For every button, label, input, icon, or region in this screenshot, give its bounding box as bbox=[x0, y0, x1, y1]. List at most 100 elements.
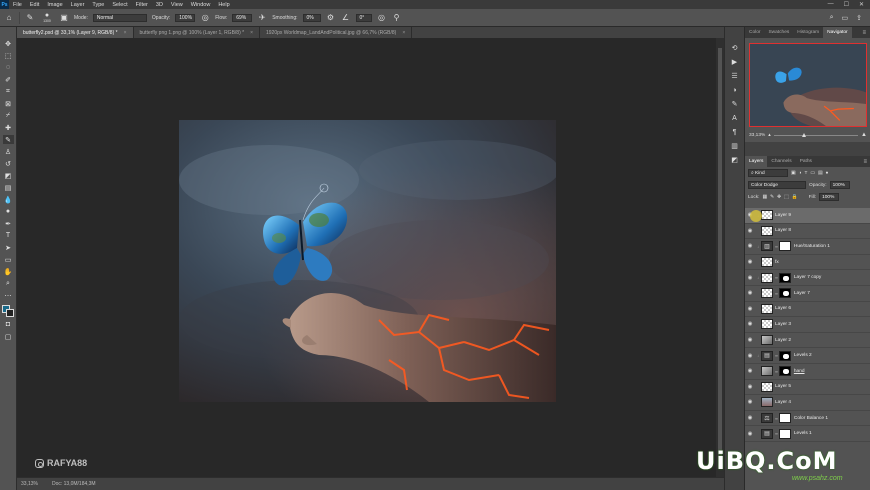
maximize-button[interactable]: ☐ bbox=[844, 1, 849, 8]
brush-tool-icon[interactable]: ✎ bbox=[25, 13, 35, 23]
menu-edit[interactable]: Edit bbox=[26, 2, 43, 8]
airbrush-icon[interactable]: ✈ bbox=[257, 13, 267, 23]
navigator-view-box[interactable] bbox=[749, 43, 867, 127]
lock-artboard-icon[interactable]: ⬚ bbox=[784, 195, 789, 200]
document-size[interactable]: Doc: 13,0M/184,3M bbox=[52, 481, 96, 487]
layer-row[interactable]: ◉ ↓ ▥ ∞ Hue/Saturation 1 bbox=[745, 239, 870, 255]
tab-paths[interactable]: Paths bbox=[796, 156, 816, 167]
menu-3d[interactable]: 3D bbox=[152, 2, 167, 8]
pen-tool-icon[interactable]: ✒ bbox=[3, 219, 14, 228]
quick-select-tool-icon[interactable]: ✐ bbox=[3, 75, 14, 84]
move-tool-icon[interactable]: ✥ bbox=[3, 39, 14, 48]
pressure-opacity-icon[interactable]: ◎ bbox=[200, 13, 210, 23]
lock-position-icon[interactable]: ✥ bbox=[777, 195, 781, 200]
tab-color[interactable]: Color bbox=[745, 27, 764, 38]
quick-mask-icon[interactable]: ◘ bbox=[3, 320, 14, 329]
tab-close-icon[interactable]: × bbox=[124, 30, 127, 36]
eye-icon[interactable]: ◉ bbox=[745, 228, 755, 234]
canvas-vertical-scrollbar[interactable] bbox=[716, 38, 724, 477]
shape-tool-icon[interactable]: ▭ bbox=[3, 255, 14, 264]
clone-stamp-tool-icon[interactable]: ♙ bbox=[3, 147, 14, 156]
gradient-tool-icon[interactable]: ▤ bbox=[3, 183, 14, 192]
angle-input[interactable]: 0° bbox=[355, 13, 372, 22]
symmetry-icon[interactable]: ⚲ bbox=[392, 13, 402, 23]
layer-name[interactable]: hand bbox=[794, 369, 805, 374]
brushes-panel-icon[interactable]: ✎ bbox=[729, 99, 740, 109]
share-icon[interactable]: ⇪ bbox=[856, 14, 862, 22]
layer-name[interactable]: Layer 5 bbox=[775, 384, 791, 389]
layer-name[interactable]: Layer 2 bbox=[775, 338, 791, 343]
layer-kind-filter[interactable]: ⌕ Kind bbox=[748, 169, 788, 177]
angle-icon[interactable]: ∠ bbox=[341, 13, 351, 23]
layer-row[interactable]: ◉ Layer 5 bbox=[745, 380, 870, 396]
eye-icon[interactable]: ◉ bbox=[745, 399, 755, 405]
lock-all-icon[interactable]: 🔒 bbox=[792, 195, 798, 200]
healing-brush-tool-icon[interactable]: ✚ bbox=[3, 123, 14, 132]
zoom-slider-knob[interactable] bbox=[802, 132, 807, 137]
brush-settings-icon[interactable]: ▣ bbox=[59, 13, 69, 23]
frame-tool-icon[interactable]: ⊠ bbox=[3, 99, 14, 108]
tab-channels[interactable]: Channels bbox=[767, 156, 795, 167]
pressure-size-icon[interactable]: ◎ bbox=[377, 13, 387, 23]
blend-mode-dropdown[interactable]: Color Dodge bbox=[748, 181, 806, 189]
workspace-icon[interactable]: ▭ bbox=[842, 14, 849, 22]
eye-icon[interactable]: ◉ bbox=[745, 290, 755, 296]
lock-pixels-icon[interactable]: ✎ bbox=[770, 195, 774, 200]
menu-view[interactable]: View bbox=[167, 2, 187, 8]
zoom-in-icon[interactable]: ▲ bbox=[861, 132, 867, 138]
navigator-zoom-slider[interactable] bbox=[773, 132, 859, 137]
layer-row[interactable]: ◉ Layer 6 bbox=[745, 302, 870, 318]
properties-panel-icon[interactable]: ☰ bbox=[729, 71, 740, 81]
tab-butterfly-png[interactable]: butterfly png 1.png @ 100% (Layer 1, RGB… bbox=[134, 27, 260, 38]
layer-name[interactable]: Layer 7 bbox=[794, 291, 810, 296]
layer-name[interactable]: Layer 9 bbox=[775, 213, 791, 218]
layer-mask-thumbnail[interactable] bbox=[778, 272, 791, 283]
background-color-swatch[interactable] bbox=[6, 309, 14, 317]
canvas-area[interactable]: RAFYA88 bbox=[17, 38, 724, 477]
eye-icon[interactable]: ◉ bbox=[745, 384, 755, 390]
menu-file[interactable]: File bbox=[9, 2, 26, 8]
crop-tool-icon[interactable]: ⌗ bbox=[3, 87, 14, 96]
eye-icon[interactable]: ◉ bbox=[745, 368, 755, 374]
eraser-tool-icon[interactable]: ◩ bbox=[3, 171, 14, 180]
layer-row[interactable]: ◉ ↓ ▤ ∞ Levels 2 bbox=[745, 348, 870, 364]
layer-name[interactable]: Levels 1 bbox=[794, 431, 812, 436]
eye-icon[interactable]: ◉ bbox=[745, 243, 755, 249]
tab-worldmap-jpg[interactable]: 1920px Worldmap_LandAndPolitical.jpg @ 6… bbox=[260, 27, 413, 38]
gear-icon[interactable]: ⚙ bbox=[326, 13, 336, 23]
layer-name[interactable]: fx bbox=[775, 260, 779, 265]
brush-tool-icon[interactable]: ✎ bbox=[2, 135, 14, 144]
layer-row[interactable]: ◉ fx bbox=[745, 255, 870, 271]
layer-row[interactable]: ◉ Layer 4 bbox=[745, 395, 870, 411]
zoom-tool-icon[interactable]: ⌕ bbox=[3, 279, 14, 288]
path-select-tool-icon[interactable]: ➤ bbox=[3, 243, 14, 252]
opacity-input[interactable]: 100% bbox=[175, 13, 196, 22]
screen-mode-icon[interactable]: ▢ bbox=[3, 332, 14, 341]
menu-filter[interactable]: Filter bbox=[132, 2, 152, 8]
layer-name[interactable]: Layer 4 bbox=[775, 400, 791, 405]
filter-smart-object-icon[interactable]: ▤ bbox=[818, 171, 823, 176]
layer-row[interactable]: ◉ Layer 3 bbox=[745, 317, 870, 333]
layer-row[interactable]: ◉ Layer 8 bbox=[745, 224, 870, 240]
menu-help[interactable]: Help bbox=[214, 2, 233, 8]
tab-butterfly2-psd[interactable]: butterfly2.psd @ 33,1% (Layer 9, RGB/8) … bbox=[17, 27, 134, 38]
paragraph-panel-icon[interactable]: ¶ bbox=[729, 127, 740, 137]
eye-icon[interactable]: ◉ bbox=[745, 337, 755, 343]
eyedropper-tool-icon[interactable]: ⌿ bbox=[3, 111, 14, 120]
tab-swatches[interactable]: Swatches bbox=[764, 27, 793, 38]
layers-panel-menu-icon[interactable]: ≡ bbox=[863, 159, 870, 165]
zoom-out-icon[interactable]: ▴ bbox=[768, 133, 770, 138]
color-swatches[interactable] bbox=[2, 305, 14, 317]
blur-tool-icon[interactable]: 💧 bbox=[3, 195, 14, 204]
menu-image[interactable]: Image bbox=[43, 2, 66, 8]
layer-row[interactable]: ◉ Layer 2 bbox=[745, 333, 870, 349]
zoom-level[interactable]: 33,13% bbox=[21, 481, 38, 487]
layer-name[interactable]: Color Balance 1 bbox=[794, 416, 828, 421]
layer-row[interactable]: ◉ ∞ Layer 7 bbox=[745, 286, 870, 302]
tab-histogram[interactable]: Histogram bbox=[793, 27, 823, 38]
photoshop-logo[interactable]: Ps bbox=[0, 0, 9, 9]
hand-tool-icon[interactable]: ✋ bbox=[3, 267, 14, 276]
layer-mask-thumbnail[interactable] bbox=[778, 413, 791, 424]
layer-name[interactable]: Levels 2 bbox=[794, 353, 812, 358]
minimize-button[interactable]: — bbox=[828, 1, 834, 8]
